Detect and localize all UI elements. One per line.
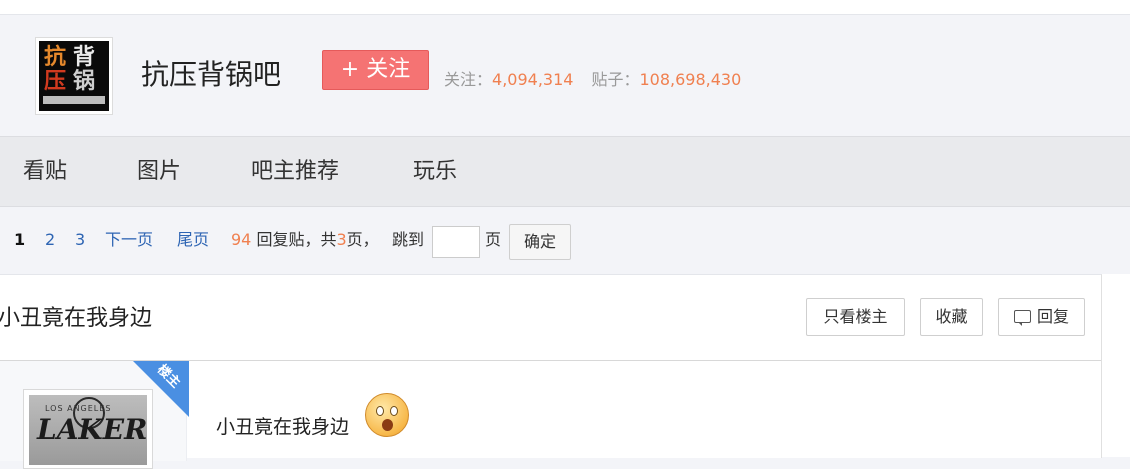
logo-bar <box>43 96 105 104</box>
avatar[interactable]: LOS ANGELES LAKERS <box>23 389 153 469</box>
post-content: 小丑竟在我身边 <box>216 416 350 438</box>
page-link-2[interactable]: 2 <box>45 230 55 250</box>
favorite-button[interactable]: 收藏 <box>920 298 983 336</box>
total-pages: 3 <box>336 230 347 249</box>
surprised-face-icon <box>365 393 409 437</box>
followers-count: 4,094,314 <box>492 70 574 89</box>
forum-name[interactable]: 抗压背锅吧 <box>141 57 281 93</box>
follow-button[interactable]: + 关注 <box>322 50 429 90</box>
tab-fun[interactable]: 玩乐 <box>413 159 457 185</box>
followers-label: 关注： <box>444 70 493 89</box>
reply-count: 94 <box>231 230 252 249</box>
reply-summary: 94 回复贴，共3页， <box>231 230 379 249</box>
comment-icon <box>1013 310 1031 326</box>
forum-logo[interactable]: 抗 背 压 锅 <box>35 37 113 115</box>
logo-char: 压 <box>44 69 67 94</box>
only-op-button[interactable]: 只看楼主 <box>806 298 905 336</box>
jump-label: 跳到 <box>392 230 425 249</box>
tab-recommended[interactable]: 吧主推荐 <box>251 159 339 185</box>
forum-header: 抗 背 压 锅 抗压背锅吧 + 关注 关注：4,094,314 贴子：108,69… <box>0 15 1130 136</box>
jump-confirm-button[interactable]: 确定 <box>509 224 571 260</box>
forum-stats: 关注：4,094,314 贴子：108,698,430 <box>444 70 741 90</box>
right-sidebar-edge <box>1102 274 1130 457</box>
reply-button[interactable]: 回复 <box>998 298 1085 336</box>
thread-title: 小丑竟在我身边 <box>0 306 153 331</box>
page-current: 1 <box>14 230 26 249</box>
logo-char: 锅 <box>73 69 96 94</box>
tab-images[interactable]: 图片 <box>137 159 181 185</box>
posts-count: 108,698,430 <box>639 70 742 89</box>
logo-char: 抗 <box>44 45 67 70</box>
logo-char: 背 <box>73 45 96 70</box>
posts-label: 贴子： <box>591 70 640 89</box>
next-page-link[interactable]: 下一页 <box>105 230 153 250</box>
top-strip <box>0 0 1130 15</box>
jump-page-input[interactable] <box>432 226 480 258</box>
forum-nav: 看贴 图片 吧主推荐 玩乐 <box>0 136 1130 207</box>
page-link-3[interactable]: 3 <box>75 230 85 250</box>
pagination: 1 2 3 下一页 尾页 94 回复贴，共3页， 跳到 页 确定 <box>0 208 1130 274</box>
last-page-link[interactable]: 尾页 <box>177 230 209 250</box>
tab-posts[interactable]: 看贴 <box>23 159 67 185</box>
thread-container: 小丑竟在我身边 只看楼主 收藏 回复 楼主 LOS ANGELES LAKERS… <box>0 274 1102 469</box>
page-unit-label: 页 <box>485 230 502 249</box>
